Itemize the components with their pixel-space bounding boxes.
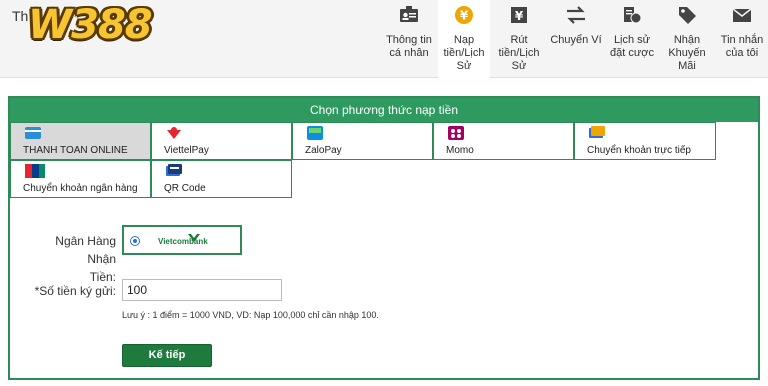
- bank-name: Vietcombank: [158, 237, 208, 246]
- brand-prefix-text: Th: [12, 8, 29, 24]
- method-qr-code[interactable]: QR Code: [151, 160, 292, 198]
- method-label: Chuyển khoản trực tiếp: [587, 145, 691, 156]
- nav-label-deposit-history: Nạp tiền/Lịch Sử: [443, 34, 485, 72]
- bank-label-line1: Ngân Hàng Nhận: [55, 234, 116, 266]
- amount-field-label: *Số tiền ký gửi:: [34, 284, 116, 298]
- nav-label-bet-history: Lịch sử đặt cược: [610, 34, 654, 59]
- zalopay-icon: [307, 126, 323, 140]
- unionpay-icon: [25, 164, 45, 178]
- momo-icon: [448, 126, 464, 140]
- method-label: ViettelPay: [164, 145, 209, 156]
- method-label: ZaloPay: [305, 145, 342, 156]
- bank-card-icon: [589, 126, 605, 140]
- method-label: Chuyển khoản ngân hàng: [23, 183, 138, 194]
- panel-title: Chọn phương thức nạp tiền: [10, 98, 758, 122]
- method-label: Momo: [446, 145, 474, 156]
- method-chuyen-khoan-truc-tiep[interactable]: Chuyển khoản trực tiếp: [574, 122, 716, 160]
- nav-item-personal-info[interactable]: Thông tin cá nhân: [380, 0, 438, 78]
- yen-coin-icon: ¥: [438, 4, 490, 34]
- nav-label-withdraw-history: Rút tiền/Lịch Sử: [498, 34, 540, 72]
- nav-label-personal-info: Thông tin cá nhân: [386, 34, 432, 59]
- bank-option-vietcombank[interactable]: Vietcombank: [122, 225, 242, 255]
- yen-box-icon: ¥: [494, 4, 544, 34]
- method-label: THANH TOAN ONLINE: [23, 145, 128, 156]
- svg-text:¥: ¥: [515, 9, 524, 23]
- bank-field-label: Ngân Hàng Nhận Tiền:: [28, 232, 116, 286]
- deposit-method-panel: Chọn phương thức nạp tiền THANH TOAN ONL…: [8, 96, 760, 380]
- bank-label-line2: Tiền:: [89, 270, 116, 284]
- id-card-icon: [380, 4, 438, 34]
- method-viettelpay[interactable]: ViettelPay: [151, 122, 292, 160]
- coins-icon: [604, 4, 660, 34]
- deposit-note: Lưu ý : 1 điểm = 1000 VND, VD: Nạp 100,0…: [122, 310, 379, 320]
- method-label: QR Code: [164, 183, 206, 194]
- method-zalopay[interactable]: ZaloPay: [292, 122, 433, 160]
- card-icon: [25, 126, 41, 140]
- viettelpay-icon: [166, 126, 182, 140]
- method-chuyen-khoan-ngan-hang[interactable]: Chuyển khoản ngân hàng: [10, 160, 151, 198]
- nav-item-bet-history[interactable]: Lịch sử đặt cược: [604, 0, 660, 78]
- nav-item-deposit-history[interactable]: ¥ Nạp tiền/Lịch Sử: [438, 0, 490, 78]
- transfer-arrows-icon: [548, 4, 604, 34]
- method-momo[interactable]: Momo: [433, 122, 574, 160]
- nav-item-withdraw-history[interactable]: ¥ Rút tiền/Lịch Sử: [494, 0, 544, 78]
- qr-card-icon: [166, 164, 182, 178]
- nav-label-my-messages: Tin nhắn của tôi: [720, 34, 764, 59]
- nav-item-my-messages[interactable]: Tin nhắn của tôi: [716, 0, 768, 78]
- nav-item-promotions[interactable]: Nhận Khuyến Mãi: [664, 0, 710, 78]
- nav-label-promotions: Nhận Khuyến Mãi: [668, 34, 706, 72]
- nav-label-wallet-transfer: Chuyển Ví: [550, 34, 602, 46]
- top-navigation-bar: Th W388 Thông tin cá nhân ¥ Nạp tiền/Lịc…: [0, 0, 768, 78]
- bank-radio-button[interactable]: [130, 236, 140, 246]
- amount-input[interactable]: 100: [122, 279, 282, 301]
- tag-icon: [664, 4, 710, 34]
- svg-text:¥: ¥: [460, 9, 469, 23]
- nav-item-wallet-transfer[interactable]: Chuyển Ví: [548, 0, 604, 78]
- method-thanh-toan-online[interactable]: THANH TOAN ONLINE: [10, 122, 151, 160]
- envelope-icon: [716, 4, 768, 34]
- w388-logo[interactable]: W388: [28, 2, 153, 48]
- next-button[interactable]: Kế tiếp: [122, 344, 212, 367]
